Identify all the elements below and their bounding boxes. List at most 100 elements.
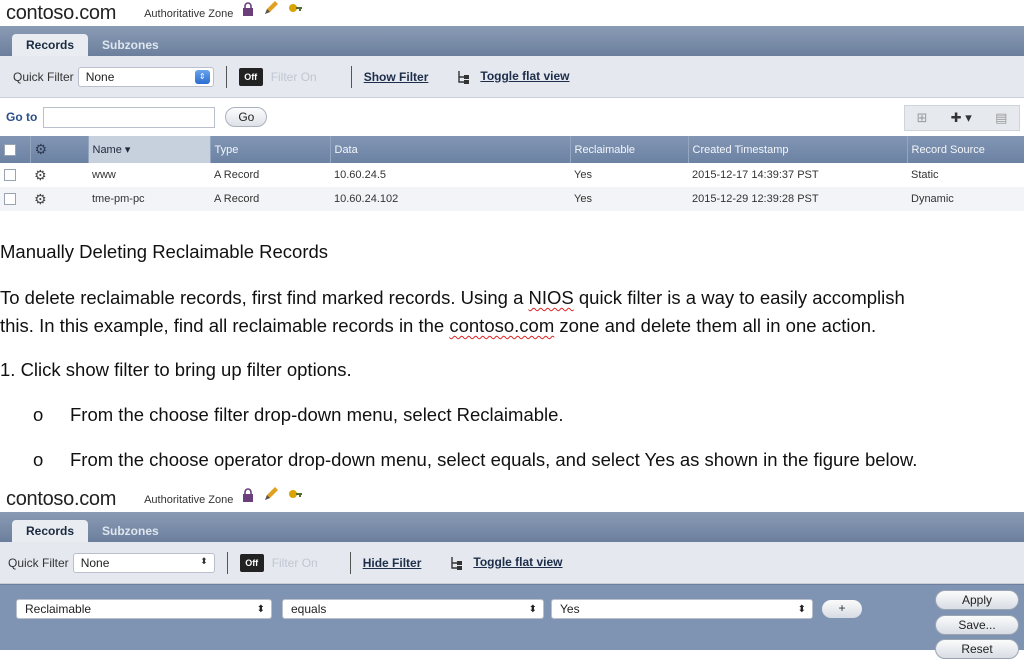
filter-operator-select[interactable]: equals ⬍ bbox=[282, 599, 544, 619]
quick-filter-value: None bbox=[80, 555, 110, 570]
zone-type-label: Authoritative Zone bbox=[144, 8, 234, 20]
divider bbox=[350, 65, 352, 88]
tree-icon bbox=[458, 70, 470, 84]
edit-icon[interactable]: ▤ bbox=[995, 110, 1007, 126]
table-row[interactable]: ⚙ www A Record 10.60.24.5 Yes 2015-12-17… bbox=[0, 163, 1024, 187]
reset-button[interactable]: Reset bbox=[935, 639, 1019, 659]
tab-records[interactable]: Records bbox=[12, 520, 89, 542]
paragraph-line: this. In this example, find all reclaima… bbox=[0, 315, 877, 336]
bullet-marker: o bbox=[33, 449, 44, 470]
tab-subzones[interactable]: Subzones bbox=[88, 520, 173, 542]
zone-records-screenshot-2: contoso.com Authoritative Zone Records S… bbox=[0, 486, 1024, 670]
tab-bar: Records Subzones bbox=[0, 26, 1024, 56]
filter-off-toggle[interactable]: Off bbox=[239, 553, 264, 572]
paragraph-line: To delete reclaimable records, first fin… bbox=[0, 287, 905, 308]
goto-input[interactable] bbox=[43, 106, 216, 128]
cell-type: A Record bbox=[214, 169, 260, 181]
gear-icon[interactable]: ⚙ bbox=[30, 163, 88, 187]
column-header-reclaimable[interactable]: Reclaimable bbox=[570, 136, 689, 163]
save-button[interactable]: Save... bbox=[935, 615, 1019, 635]
column-header-created[interactable]: Created Timestamp bbox=[688, 136, 908, 163]
divider bbox=[349, 551, 351, 574]
quick-filter-bar: Quick Filter None ⬍ Off Filter On Hide F… bbox=[0, 542, 1024, 584]
filter-value-value: Yes bbox=[560, 602, 580, 616]
column-header-name[interactable]: Name ▾ bbox=[88, 136, 211, 163]
zone-header: contoso.com Authoritative Zone bbox=[0, 0, 1024, 24]
cell-reclaimable: Yes bbox=[570, 187, 688, 211]
zone-title: contoso.com bbox=[6, 488, 117, 510]
hide-filter-link[interactable]: Hide Filter bbox=[363, 556, 422, 570]
tab-subzones[interactable]: Subzones bbox=[88, 34, 173, 56]
key-star-icon[interactable] bbox=[287, 486, 303, 507]
chevron-updown-icon: ⬍ bbox=[797, 604, 806, 615]
quick-filter-value: None bbox=[85, 69, 115, 84]
column-header-data[interactable]: Data bbox=[330, 136, 571, 163]
column-header-type[interactable]: Type bbox=[210, 136, 331, 163]
zone-type-label: Authoritative Zone bbox=[144, 494, 234, 506]
cell-name: www bbox=[92, 169, 116, 181]
spellcheck-word: contoso.com bbox=[449, 315, 555, 336]
tab-bar: Records Subzones bbox=[0, 512, 1024, 542]
bullet-marker: o bbox=[33, 404, 44, 425]
filter-off-toggle[interactable]: Off bbox=[238, 67, 263, 86]
zone-records-screenshot-1: contoso.com Authoritative Zone Records S… bbox=[0, 0, 1024, 216]
add-filter-button[interactable]: + bbox=[822, 600, 862, 618]
filter-value-select[interactable]: Yes ⬍ bbox=[551, 599, 813, 619]
goto-bar: Go to Go ⊞ ✚ ▾ ▤ bbox=[0, 98, 1024, 136]
tab-records[interactable]: Records bbox=[12, 34, 89, 56]
gear-icon[interactable]: ⚙ bbox=[30, 187, 88, 211]
cell-created: 2015-12-17 14:39:37 PST bbox=[692, 169, 819, 181]
divider bbox=[225, 65, 227, 88]
row-checkbox[interactable] bbox=[0, 187, 30, 211]
cell-name: tme-pm-pc bbox=[88, 187, 210, 211]
filter-operator-value: equals bbox=[291, 602, 327, 616]
spellcheck-word: NIOS bbox=[528, 287, 574, 308]
quick-filter-label: Quick Filter bbox=[13, 69, 74, 84]
cell-reclaimable: Yes bbox=[574, 169, 592, 181]
pencil-icon[interactable] bbox=[263, 486, 279, 507]
chevron-updown-icon: ⬍ bbox=[528, 604, 537, 615]
filter-field-select[interactable]: Reclaimable ⬍ bbox=[16, 599, 272, 619]
cell-source: Static bbox=[911, 169, 939, 181]
go-button[interactable]: Go bbox=[225, 107, 268, 127]
row-checkbox[interactable] bbox=[0, 163, 30, 187]
divider bbox=[226, 551, 228, 574]
chevron-updown-icon: ⇕ bbox=[194, 69, 210, 84]
quick-filter-label: Quick Filter bbox=[8, 555, 69, 570]
step-item: 1. Click show filter to bring up filter … bbox=[0, 359, 352, 380]
pencil-icon[interactable] bbox=[263, 0, 279, 21]
show-filter-link[interactable]: Show Filter bbox=[364, 70, 429, 84]
chevron-updown-icon: ⬍ bbox=[200, 555, 208, 566]
filter-on-toggle[interactable]: Filter On bbox=[272, 556, 318, 570]
cell-data: 10.60.24.102 bbox=[330, 187, 570, 211]
filter-on-toggle[interactable]: Filter On bbox=[271, 70, 317, 84]
apply-button[interactable]: Apply bbox=[935, 590, 1019, 610]
quick-filter-select[interactable]: None ⇕ bbox=[77, 66, 214, 87]
quick-filter-select[interactable]: None ⬍ bbox=[72, 552, 215, 573]
add-icon[interactable]: ✚ ▾ bbox=[951, 110, 972, 126]
toggle-flat-view-button[interactable]: Toggle flat view bbox=[456, 69, 570, 84]
toggle-flat-view-label: Toggle flat view bbox=[473, 555, 563, 570]
select-all-checkbox[interactable] bbox=[0, 136, 31, 163]
toggle-flat-view-button[interactable]: Toggle flat view bbox=[449, 555, 563, 570]
bullet-item: o From the choose filter drop-down menu, … bbox=[33, 404, 564, 425]
tree-icon bbox=[451, 556, 463, 570]
records-toolbar: ⊞ ✚ ▾ ▤ bbox=[904, 105, 1020, 131]
quick-filter-bar: Quick Filter None ⇕ Off Filter On Show F… bbox=[0, 56, 1024, 98]
goto-label: Go to bbox=[6, 110, 38, 124]
filter-panel: Reclaimable ⬍ equals ⬍ Yes ⬍ + Apply Sav… bbox=[0, 584, 1024, 659]
hierarchy-icon[interactable]: ⊞ bbox=[917, 110, 928, 126]
filter-field-value: Reclaimable bbox=[25, 602, 92, 616]
key-star-icon[interactable] bbox=[287, 0, 303, 21]
lock-icon[interactable] bbox=[241, 2, 255, 21]
zone-title: contoso.com bbox=[6, 2, 117, 24]
lock-icon[interactable] bbox=[241, 488, 255, 507]
table-header-row: ⚙ Name ▾ Type Data Reclaimable Created T… bbox=[0, 136, 1024, 163]
table-row[interactable]: ⚙ tme-pm-pc A Record 10.60.24.102 Yes 20… bbox=[0, 187, 1024, 211]
bullet-item: o From the choose operator drop-down menu… bbox=[33, 449, 918, 470]
cell-type: A Record bbox=[210, 187, 330, 211]
gear-icon[interactable]: ⚙ bbox=[30, 136, 89, 163]
column-header-source[interactable]: Record Source bbox=[907, 136, 1024, 163]
zone-header: contoso.com Authoritative Zone bbox=[0, 486, 1024, 510]
cell-source: Dynamic bbox=[907, 187, 1024, 211]
